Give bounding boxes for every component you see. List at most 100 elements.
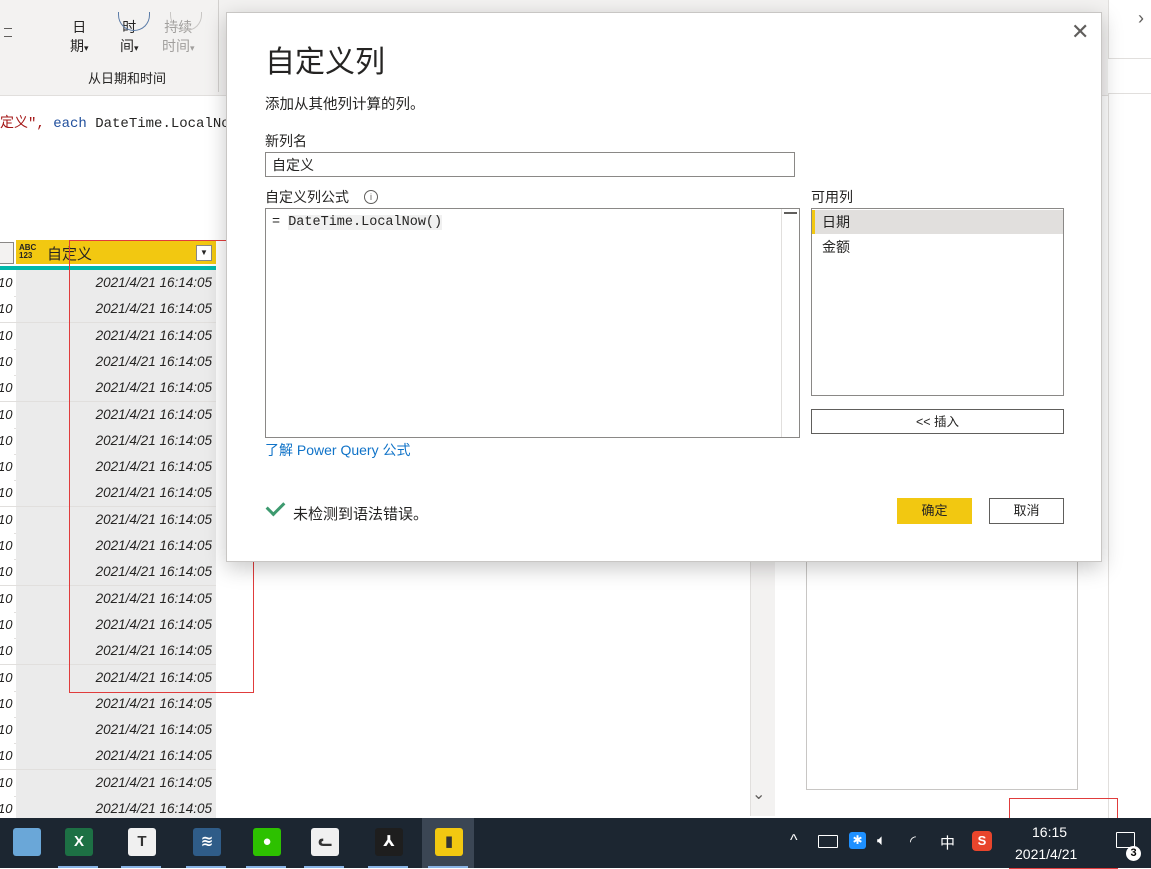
scroll-thumb[interactable] (784, 212, 797, 214)
table-cell-prev-column[interactable]: 10 (0, 690, 14, 717)
type-any-icon: ABC 123 (19, 243, 37, 260)
table-cell-custom[interactable]: 2021/4/21 16:14:05 (16, 717, 216, 744)
table-cell-prev-column[interactable]: 10 (0, 664, 14, 691)
scroll-down-icon[interactable]: ⌄ (752, 784, 765, 804)
ribbon-group-label: 从日期和时间 (88, 71, 167, 86)
clock-time[interactable]: 16:15 (1032, 824, 1067, 840)
taskbar-app-mysql-workbench[interactable]: ≋ (180, 818, 232, 868)
insert-button[interactable]: << 插入 (811, 409, 1064, 434)
table-cell-custom[interactable]: 2021/4/21 16:14:05 (16, 743, 216, 770)
table-cell-prev-column[interactable]: 10 (0, 480, 14, 507)
table-cell-prev-column[interactable]: 10 (0, 270, 14, 296)
formula-keyword: each (53, 116, 87, 132)
table-cell-prev-column[interactable]: 10 (0, 769, 14, 796)
ribbon-separator (218, 0, 219, 92)
typora-icon: T (128, 828, 156, 856)
available-column-item[interactable]: 金额 (812, 235, 1063, 259)
table-cell-prev-column[interactable]: 10 (0, 585, 14, 612)
table-cell-prev-column[interactable]: 10 (0, 611, 14, 638)
table-cell-custom[interactable]: 2021/4/21 16:14:05 (16, 769, 216, 796)
table-cell-prev-column[interactable]: 10 (0, 638, 14, 665)
table-cell-prev-column[interactable]: 10 (0, 296, 14, 323)
table-cell-prev-column[interactable]: 10 (0, 743, 14, 770)
taskbar-app-notepad[interactable] (0, 818, 52, 868)
new-column-name-label: 新列名 (265, 133, 307, 149)
table-cell-custom[interactable]: 2021/4/21 16:14:05 (16, 796, 216, 818)
ime-indicator[interactable]: 中 (940, 832, 955, 853)
table-cell-prev-column[interactable]: 10 (0, 322, 14, 349)
formula-editor-scrollbar[interactable] (781, 209, 799, 437)
formula-string: 定义", (0, 116, 54, 132)
table-cell-prev-column[interactable]: 10 (0, 427, 14, 454)
table-cell-prev-column[interactable]: 10 (0, 348, 14, 375)
app-tray-icon[interactable]: ✱ (849, 832, 866, 849)
power-bi-icon: ▮ (435, 828, 463, 856)
table-cell-prev-column[interactable]: 10 (0, 375, 14, 402)
ok-button[interactable]: 确定 (897, 498, 972, 524)
formula-equals: = (272, 215, 289, 230)
info-icon[interactable]: i (364, 190, 378, 204)
learn-power-query-link[interactable]: 了解 Power Query 公式 (265, 440, 410, 460)
table-cell-prev-column[interactable]: 10 (0, 717, 14, 744)
new-column-name-input[interactable]: 自定义 (265, 152, 795, 177)
grid-vertical-scrollbar[interactable] (750, 560, 775, 816)
ribbon-dash-icon (4, 28, 12, 29)
available-columns-label: 可用列 (811, 189, 853, 205)
taskbar-app-power-bi[interactable]: ▮ (422, 818, 474, 868)
syntax-status: 未检测到语法错误。 (293, 506, 429, 523)
excel-icon: X (65, 828, 93, 856)
formula-editor-content: = DateTime.LocalNow() (272, 215, 443, 230)
table-row[interactable]: 102021/4/21 16:14:05 (0, 690, 216, 718)
available-columns-list[interactable]: 日期 金额 (811, 208, 1064, 396)
checkmark-icon (265, 496, 286, 517)
table-cell-prev-column[interactable]: 10 (0, 401, 14, 428)
table-cell-prev-column[interactable]: 10 (0, 796, 14, 818)
formula-body: DateTime.LocalNow() (288, 215, 443, 230)
battery-icon[interactable] (818, 835, 838, 848)
dropdown-arrow-icon: ▾ (190, 43, 195, 53)
table-row[interactable]: 102021/4/21 16:14:05 (0, 796, 216, 818)
table-cell-prev-column[interactable]: 10 (0, 506, 14, 533)
ribbon-duration-button[interactable]: 持续 时间▾ (162, 12, 202, 58)
ribbon-time-line2: 间 (120, 38, 134, 54)
close-icon[interactable]: ✕ (1071, 19, 1089, 45)
query-settings-pane (806, 560, 1078, 790)
chevron-right-icon[interactable]: › (1138, 8, 1144, 29)
ribbon-date-line2: 期 (70, 38, 84, 54)
formula-label: 自定义列公式 (265, 189, 349, 205)
table-row[interactable]: 102021/4/21 16:14:05 (0, 769, 216, 797)
taskbar-app-typora[interactable]: T (115, 818, 167, 868)
taskbar-app-cat-app[interactable]: ᓚ (298, 818, 350, 868)
ribbon-duration-line2: 时间 (162, 38, 190, 54)
volume-icon[interactable]: 🔈︎ (877, 832, 886, 849)
right-side-pane (1108, 0, 1151, 818)
table-row[interactable]: 102021/4/21 16:14:05 (0, 717, 216, 745)
taskbar-app-acrobat[interactable]: ⅄ (362, 818, 414, 868)
taskbar-app-wechat[interactable]: ● (240, 818, 292, 868)
ribbon-time-button[interactable]: 时 间▾ (118, 12, 150, 58)
prev-column-filter-button[interactable] (0, 242, 14, 264)
ribbon-date-line1: 日 (72, 19, 87, 35)
sogou-ime-icon[interactable]: S (972, 831, 992, 851)
tray-chevron-icon[interactable]: ^ (790, 832, 798, 850)
right-pane-input[interactable] (1108, 58, 1151, 94)
custom-column-dialog: 自定义列 ✕ 添加从其他列计算的列。 新列名 自定义 自定义列公式 i = Da… (226, 12, 1102, 562)
wechat-icon: ● (253, 828, 281, 856)
table-cell-prev-column[interactable]: 10 (0, 559, 14, 586)
formula-editor[interactable]: = DateTime.LocalNow() (265, 208, 800, 438)
formula-expression: DateTime.LocalNow (86, 116, 239, 132)
wifi-icon[interactable]: ◜ (910, 832, 916, 850)
ribbon-date-button[interactable]: 日 期▾ (70, 18, 89, 58)
taskbar-app-excel[interactable]: X (52, 818, 104, 868)
cat-app-icon: ᓚ (311, 828, 339, 856)
table-cell-prev-column[interactable]: 10 (0, 533, 14, 559)
formula-bar-text[interactable]: 定义", each DateTime.LocalNow (0, 112, 238, 132)
taskbar: X T ≋ ● ᓚ ⅄ ▮ ^ ✱ 🔈︎ ◜ 中 S 16:15 2021/4/21 3 (0, 818, 1151, 868)
cancel-button[interactable]: 取消 (989, 498, 1064, 524)
table-cell-custom[interactable]: 2021/4/21 16:14:05 (16, 690, 216, 717)
notification-badge: 3 (1126, 846, 1141, 861)
table-cell-prev-column[interactable]: 10 (0, 454, 14, 481)
available-column-item[interactable]: 日期 (812, 210, 1063, 234)
table-row[interactable]: 102021/4/21 16:14:05 (0, 743, 216, 771)
clock-date[interactable]: 2021/4/21 (1015, 846, 1077, 862)
